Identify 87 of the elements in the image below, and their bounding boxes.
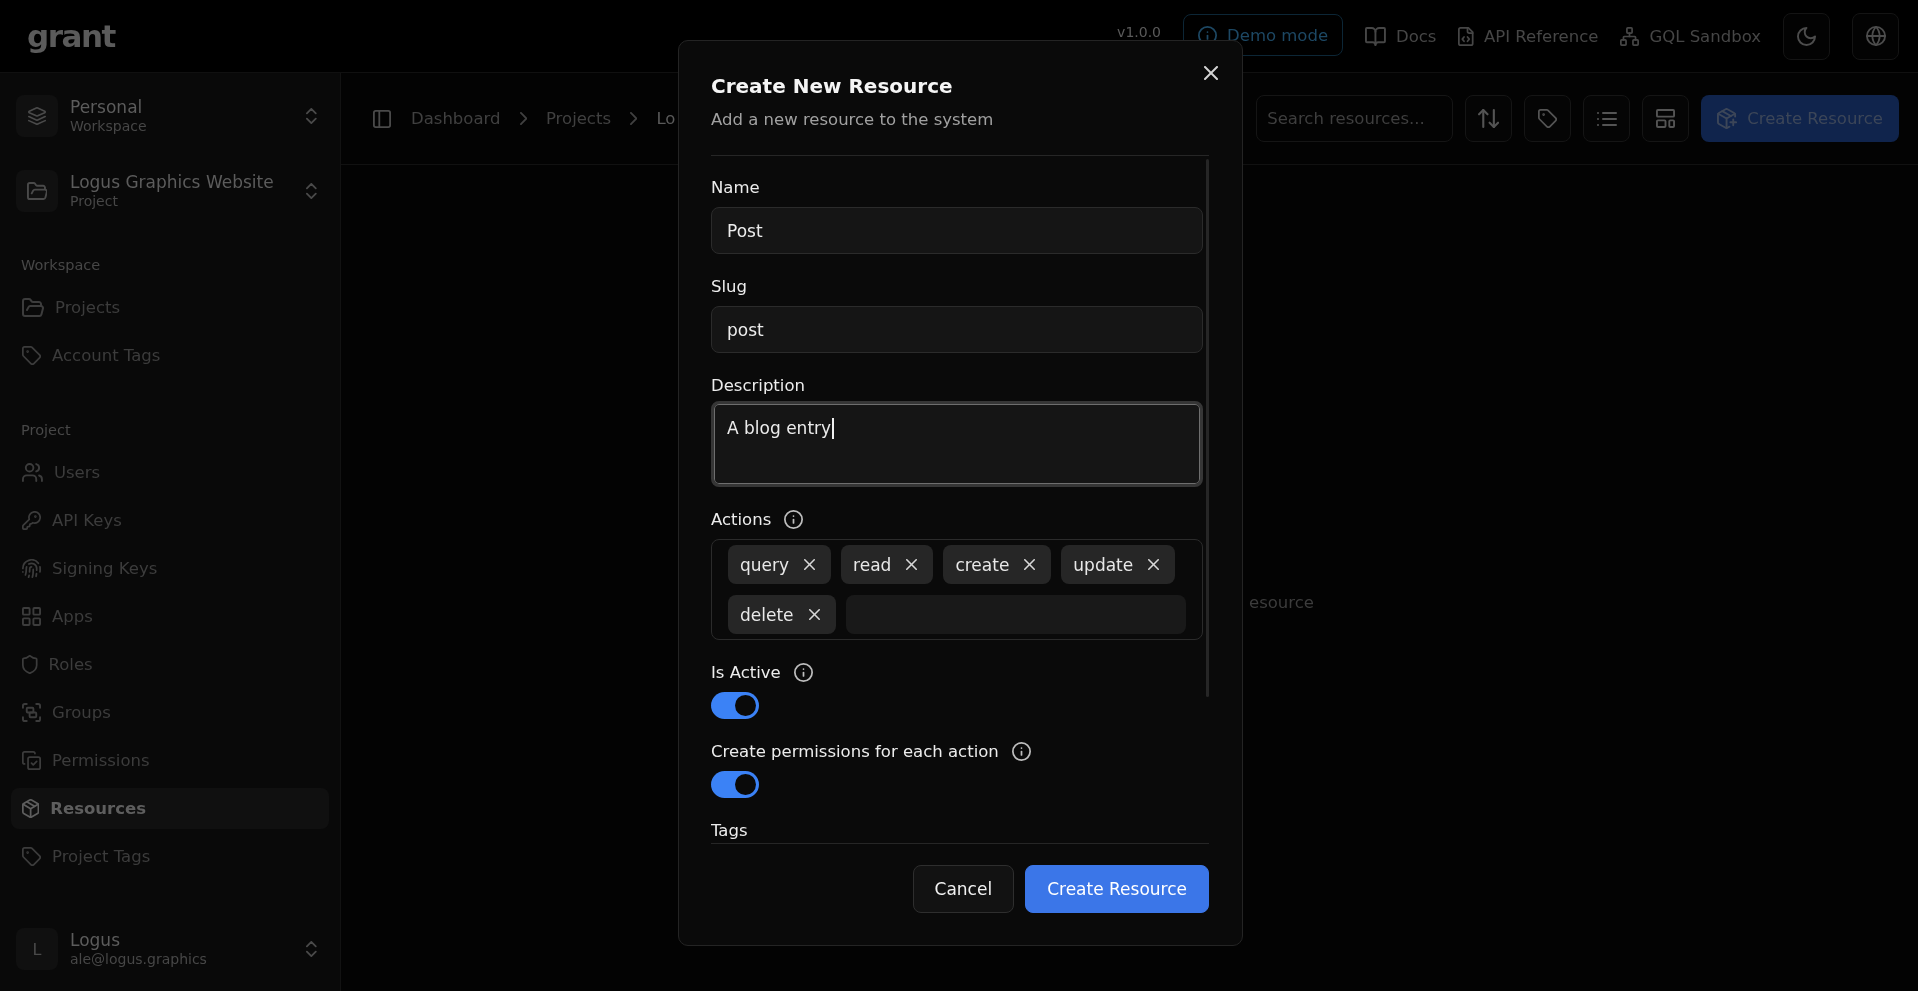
layout-icon	[1656, 109, 1676, 128]
key-icon	[22, 511, 41, 530]
remove-icon[interactable]	[906, 559, 918, 570]
tag-label: query	[740, 554, 790, 575]
tag-filter-button[interactable]	[1524, 95, 1572, 142]
empty-state-text: esource	[1249, 593, 1314, 612]
dialog-title: Create New Resource	[711, 73, 954, 99]
submit-button[interactable]: Create Resource	[1025, 865, 1209, 913]
remove-icon[interactable]	[808, 609, 820, 620]
chevrons-up-down-icon[interactable]	[306, 183, 317, 199]
layout-button[interactable]	[1642, 95, 1690, 142]
tags-input-field[interactable]: query read create update delete	[711, 539, 1203, 640]
tag-label: read	[853, 554, 892, 575]
nav-item[interactable]: Resources	[11, 788, 329, 829]
list-view-button[interactable]	[1583, 95, 1631, 142]
folder-icon	[22, 298, 44, 317]
tag-label: create	[955, 554, 1010, 575]
field-label: Actions	[711, 509, 772, 529]
sitemap-icon	[1620, 26, 1640, 46]
switcher-subtitle: Workspace	[70, 116, 147, 136]
info-icon[interactable]	[1011, 741, 1031, 761]
copy-check-icon	[22, 751, 41, 770]
folder-icon	[16, 170, 58, 212]
field-label: Name	[711, 177, 760, 197]
header-link[interactable]: API Reference	[1458, 26, 1599, 46]
chevrons-up-down-icon[interactable]	[306, 941, 317, 957]
switcher-subtitle: Project	[70, 192, 119, 211]
text-input[interactable]: post	[711, 306, 1203, 353]
box-icon	[22, 799, 40, 818]
book-icon	[1365, 26, 1386, 46]
grid-icon	[22, 607, 41, 626]
box-plus-icon	[1717, 108, 1738, 129]
switcher-title[interactable]: Personal	[70, 96, 147, 117]
field-label: Slug	[711, 276, 747, 296]
users-icon	[22, 463, 43, 482]
chevron-right-icon	[519, 112, 527, 125]
field-label: Tags	[711, 820, 748, 840]
theme-button[interactable]	[1783, 12, 1830, 60]
frame-squares-icon	[22, 703, 41, 722]
chevron-right-icon	[630, 112, 638, 125]
tag-icon	[22, 346, 41, 365]
language-button[interactable]	[1852, 12, 1899, 60]
chevrons-up-down-icon[interactable]	[306, 108, 317, 124]
search-field[interactable]: Search resources...	[1256, 95, 1454, 142]
shield-icon	[22, 655, 38, 674]
tag-icon	[1538, 109, 1558, 128]
field-label: Create permissions for each action	[711, 741, 999, 761]
toggle-switch[interactable]	[711, 692, 759, 719]
textarea-field[interactable]: A blog entry	[711, 401, 1203, 487]
toggle-switch[interactable]	[711, 771, 759, 798]
breadcrumb-link[interactable]: Dashboard	[411, 109, 501, 128]
info-icon[interactable]	[784, 509, 804, 529]
remove-icon[interactable]	[1148, 559, 1160, 570]
cancel-button[interactable]: Cancel	[912, 865, 1015, 913]
sort-icon	[1478, 109, 1500, 128]
avatar: L	[16, 928, 58, 970]
text-input[interactable]: Post	[711, 207, 1203, 254]
fingerprint-icon	[22, 559, 41, 578]
sidebar-toggle-icon[interactable]	[373, 109, 391, 128]
header-link[interactable]: GQL Sandbox	[1620, 26, 1761, 46]
text-caret-icon	[832, 418, 835, 439]
code-file-icon	[1458, 26, 1474, 46]
info-icon[interactable]	[793, 662, 813, 682]
logo[interactable]: grant	[27, 18, 115, 54]
list-icon	[1596, 111, 1617, 126]
sort-button[interactable]	[1465, 95, 1513, 142]
remove-icon[interactable]	[804, 559, 816, 570]
version-label: v1.0.0	[1117, 25, 1162, 39]
section-label: Workspace	[20, 256, 102, 275]
dialog-subtitle: Add a new resource to the system	[711, 109, 995, 131]
tag-icon	[22, 847, 41, 866]
remove-icon[interactable]	[1024, 559, 1036, 570]
switcher-title[interactable]: Logus Graphics Website	[70, 171, 274, 192]
close-icon[interactable]	[1204, 66, 1218, 80]
header-link[interactable]: Docs	[1365, 26, 1437, 46]
user-email: ale@logus.graphics	[70, 950, 207, 969]
globe-icon	[1865, 26, 1886, 46]
breadcrumb-link[interactable]: Projects	[545, 109, 611, 128]
breadcrumb-current: Lo	[656, 109, 676, 128]
user-name: Logus	[70, 929, 121, 950]
tag-label: delete	[740, 604, 794, 625]
field-label: Description	[711, 375, 805, 395]
layers-icon	[16, 95, 58, 137]
moon-icon	[1797, 26, 1816, 46]
tag-label: update	[1073, 554, 1134, 575]
section-label: Project	[20, 421, 72, 440]
field-label: Is Active	[711, 662, 781, 682]
